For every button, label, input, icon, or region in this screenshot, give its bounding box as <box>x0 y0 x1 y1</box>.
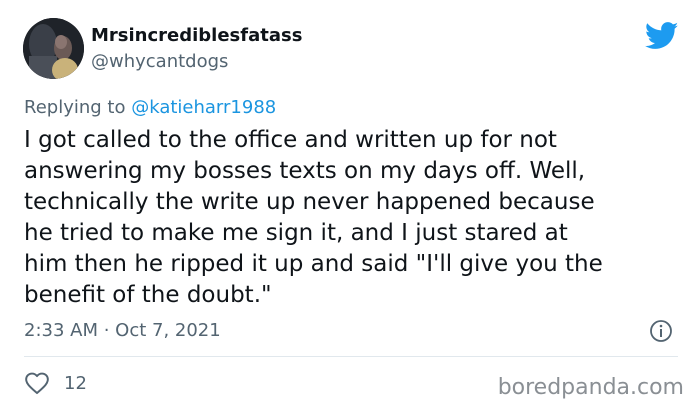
user-handle[interactable]: @whycantdogs <box>91 51 228 72</box>
tweet-text: I got called to the office and written u… <box>24 127 603 308</box>
twitter-bird-icon[interactable] <box>645 22 679 50</box>
replying-to: Replying to @katieharr1988 <box>24 97 276 118</box>
avatar-image <box>23 18 84 79</box>
avatar[interactable] <box>23 18 84 79</box>
like-count: 12 <box>64 372 87 394</box>
tweet-timestamp[interactable]: 2:33 AM · Oct 7, 2021 <box>24 320 221 341</box>
watermark: boredpanda.com <box>497 375 684 400</box>
heart-icon <box>25 372 49 395</box>
divider <box>24 356 678 357</box>
like-button[interactable]: 12 <box>24 369 87 397</box>
mention-link[interactable]: @katieharr1988 <box>131 97 276 118</box>
info-icon[interactable] <box>649 319 673 343</box>
display-name[interactable]: Mrsincrediblesfatass <box>91 25 302 46</box>
replying-to-label: Replying to <box>24 97 126 118</box>
